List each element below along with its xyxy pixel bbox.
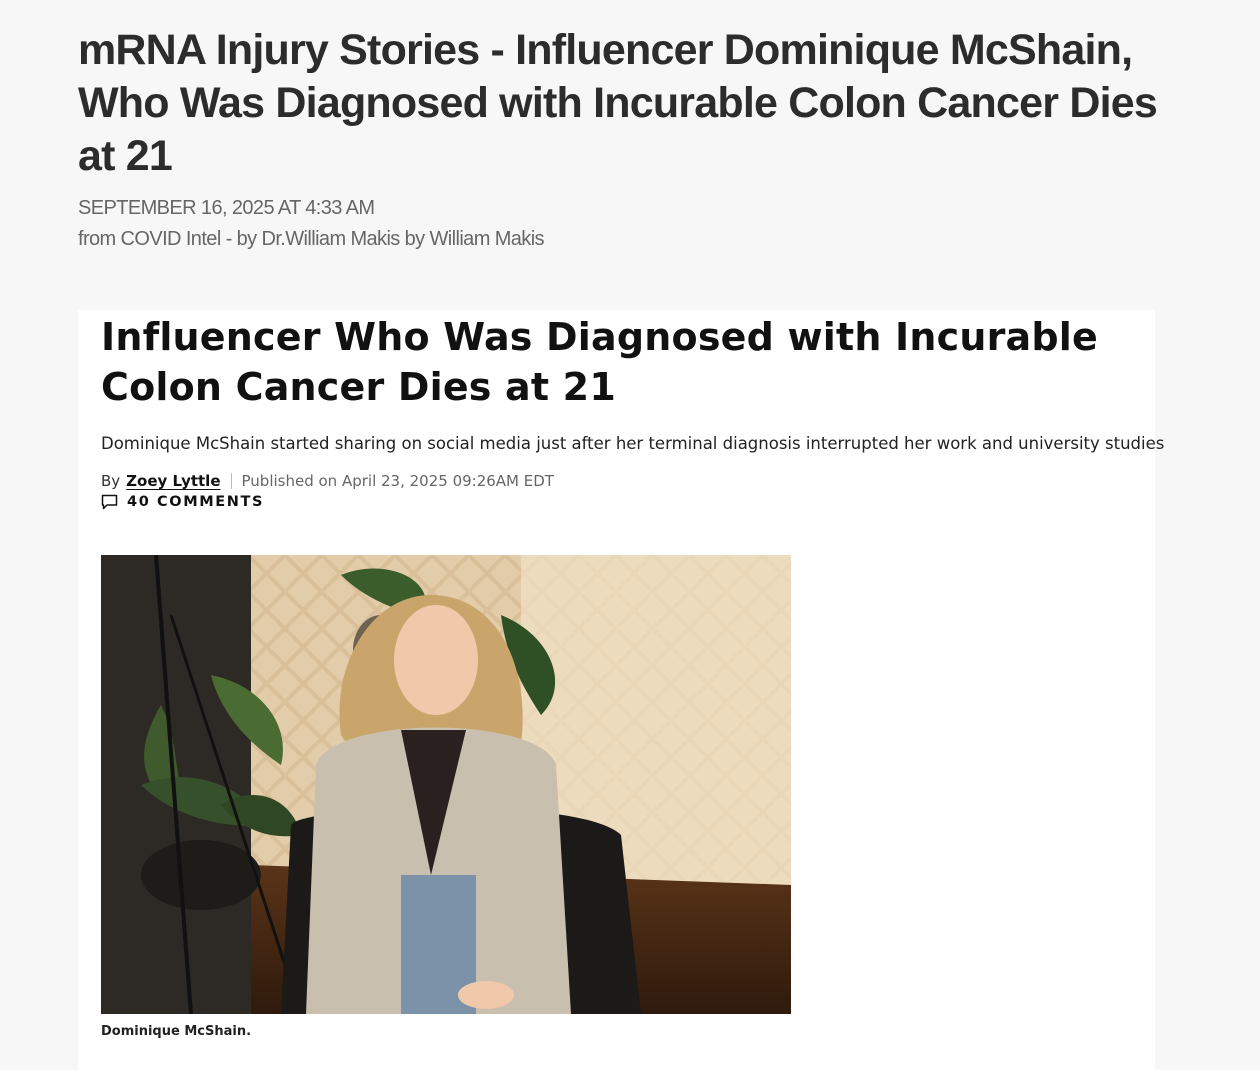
author-link[interactable]: Zoey Lyttle bbox=[126, 470, 220, 492]
byline: By Zoey Lyttle Published on April 23, 20… bbox=[101, 470, 1151, 492]
embedded-article-screenshot: Influencer Who Was Diagnosed with Incura… bbox=[78, 310, 1165, 1070]
comment-icon bbox=[101, 494, 118, 510]
article-headline: Influencer Who Was Diagnosed with Incura… bbox=[101, 315, 1098, 409]
portrait-illustration bbox=[101, 555, 791, 1014]
post-title: mRNA Injury Stories - Influencer Dominiq… bbox=[78, 26, 1158, 180]
byline-divider bbox=[230, 473, 232, 489]
comments-count: 40 COMMENTS bbox=[127, 494, 265, 510]
article-photo bbox=[101, 555, 791, 1014]
embedded-article: Influencer Who Was Diagnosed with Incura… bbox=[101, 310, 1165, 510]
post-header: mRNA Injury Stories - Influencer Dominiq… bbox=[78, 24, 1178, 255]
photo-caption: Dominique McShain. bbox=[101, 1024, 252, 1039]
post-meta: SEPTEMBER 16, 2025 AT 4:33 AM from COVID… bbox=[78, 193, 1178, 255]
published-date: Published on April 23, 2025 09:26AM EDT bbox=[241, 472, 554, 490]
post-source: from COVID Intel - by Dr.William Makis b… bbox=[78, 228, 545, 250]
post-date: SEPTEMBER 16, 2025 AT 4:33 AM bbox=[78, 197, 375, 219]
comments-link[interactable]: 40 COMMENTS bbox=[101, 494, 1151, 510]
byline-prefix: By bbox=[101, 472, 121, 490]
article-dek: Dominique McShain started sharing on soc… bbox=[101, 434, 1165, 453]
